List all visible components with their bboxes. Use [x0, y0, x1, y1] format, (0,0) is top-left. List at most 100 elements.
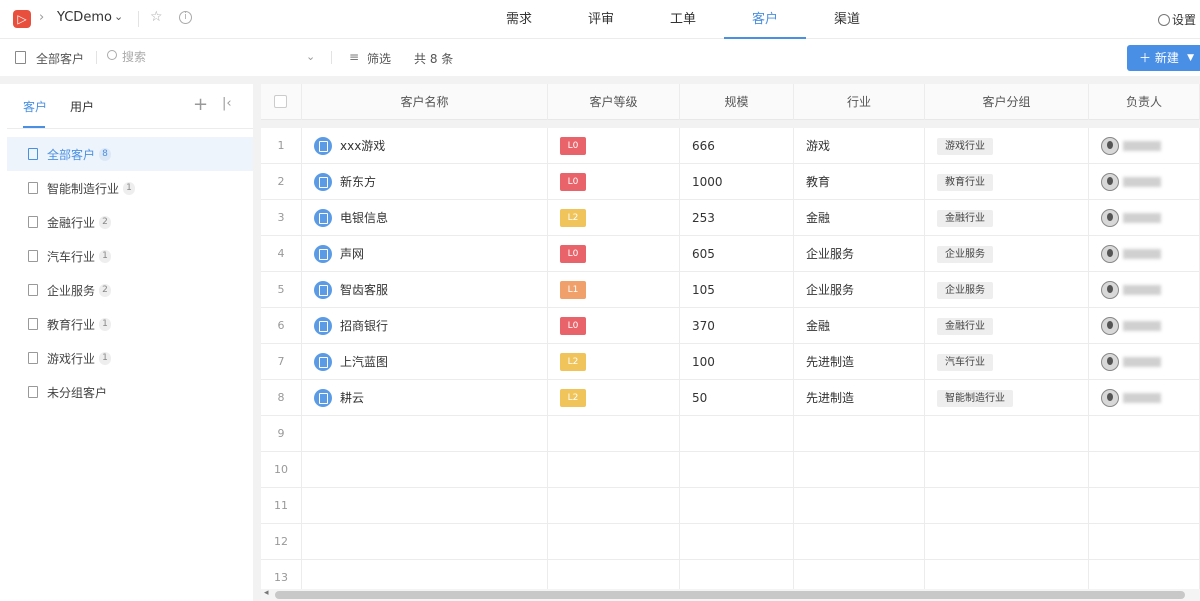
app-logo-icon[interactable]: ▷: [13, 10, 31, 28]
owner-cell[interactable]: [1089, 164, 1200, 200]
settings-button[interactable]: 设置: [1158, 11, 1196, 28]
table-row[interactable]: 4 声网 L0 605 企业服务 企业服务: [261, 236, 1200, 272]
empty-cell[interactable]: [1089, 452, 1200, 488]
tab-0[interactable]: 需求: [478, 0, 560, 39]
sidebar-item[interactable]: 金融行业 2: [7, 205, 253, 239]
group-cell[interactable]: 游戏行业: [925, 128, 1089, 164]
row-number[interactable]: 6: [261, 308, 302, 344]
row-number[interactable]: 8: [261, 380, 302, 416]
table-row[interactable]: 5 智齿客服 L1 105 企业服务 企业服务: [261, 272, 1200, 308]
empty-cell[interactable]: [302, 452, 548, 488]
customer-name[interactable]: 耕云: [340, 380, 364, 416]
customer-name[interactable]: 电银信息: [340, 200, 388, 236]
owner-cell[interactable]: [1089, 344, 1200, 380]
customer-name[interactable]: 声网: [340, 236, 364, 272]
scale-cell[interactable]: 1000: [680, 164, 794, 200]
empty-table-row[interactable]: 12: [261, 524, 1200, 560]
sidebar-item[interactable]: 汽车行业 1: [7, 239, 253, 273]
tab-3[interactable]: 客户: [724, 0, 806, 39]
collapse-sidebar-icon[interactable]: |‹: [222, 96, 232, 111]
industry-cell[interactable]: 先进制造: [794, 380, 925, 416]
table-row[interactable]: 7 上汽蓝图 L2 100 先进制造 汽车行业: [261, 344, 1200, 380]
table-row[interactable]: 6 招商银行 L0 370 金融 金融行业: [261, 308, 1200, 344]
scale-cell[interactable]: 253: [680, 200, 794, 236]
row-number[interactable]: 11: [261, 488, 302, 524]
select-all-checkbox[interactable]: [274, 95, 287, 108]
customer-name-cell[interactable]: 耕云: [302, 380, 548, 416]
industry-cell[interactable]: 游戏: [794, 128, 925, 164]
project-name[interactable]: YCDemo: [57, 10, 112, 25]
group-cell[interactable]: 智能制造行业: [925, 380, 1089, 416]
empty-cell[interactable]: [302, 416, 548, 452]
column-header[interactable]: 规模: [680, 84, 794, 120]
empty-cell[interactable]: [925, 416, 1089, 452]
empty-cell[interactable]: [1089, 488, 1200, 524]
chevron-down-icon[interactable]: ⌄: [306, 50, 315, 63]
empty-table-row[interactable]: 9: [261, 416, 1200, 452]
scale-cell[interactable]: 105: [680, 272, 794, 308]
sidebar-tab-users[interactable]: 用户: [70, 98, 94, 115]
empty-cell[interactable]: [794, 488, 925, 524]
empty-cell[interactable]: [794, 416, 925, 452]
empty-cell[interactable]: [1089, 416, 1200, 452]
group-cell[interactable]: 金融行业: [925, 308, 1089, 344]
horizontal-scrollbar[interactable]: ◂: [261, 588, 1200, 601]
row-number[interactable]: 9: [261, 416, 302, 452]
row-number[interactable]: 5: [261, 272, 302, 308]
scale-cell[interactable]: 50: [680, 380, 794, 416]
sidebar-item[interactable]: 游戏行业 1: [7, 341, 253, 375]
column-header[interactable]: 客户名称: [302, 84, 548, 120]
caret-down-icon[interactable]: ▼: [1187, 45, 1194, 71]
owner-cell[interactable]: [1089, 236, 1200, 272]
panel-divider[interactable]: [253, 84, 261, 601]
column-header[interactable]: 行业: [794, 84, 925, 120]
empty-cell[interactable]: [925, 488, 1089, 524]
filter-button[interactable]: 筛选: [367, 50, 391, 67]
empty-table-row[interactable]: 10: [261, 452, 1200, 488]
group-cell[interactable]: 教育行业: [925, 164, 1089, 200]
level-cell[interactable]: L1: [548, 272, 680, 308]
customer-name-cell[interactable]: 电银信息: [302, 200, 548, 236]
star-icon[interactable]: ☆: [150, 9, 163, 25]
level-cell[interactable]: L0: [548, 308, 680, 344]
level-cell[interactable]: L0: [548, 236, 680, 272]
sidebar-item[interactable]: 智能制造行业 1: [7, 171, 253, 205]
industry-cell[interactable]: 金融: [794, 200, 925, 236]
row-number[interactable]: 7: [261, 344, 302, 380]
empty-cell[interactable]: [302, 524, 548, 560]
industry-cell[interactable]: 先进制造: [794, 344, 925, 380]
search-input[interactable]: [122, 47, 302, 67]
empty-cell[interactable]: [1089, 524, 1200, 560]
row-number[interactable]: 10: [261, 452, 302, 488]
industry-cell[interactable]: 教育: [794, 164, 925, 200]
customer-name-cell[interactable]: 招商银行: [302, 308, 548, 344]
group-cell[interactable]: 汽车行业: [925, 344, 1089, 380]
sidebar-item[interactable]: 教育行业 1: [7, 307, 253, 341]
scale-cell[interactable]: 666: [680, 128, 794, 164]
customer-name-cell[interactable]: 新东方: [302, 164, 548, 200]
row-number[interactable]: 12: [261, 524, 302, 560]
group-cell[interactable]: 金融行业: [925, 200, 1089, 236]
level-cell[interactable]: L2: [548, 380, 680, 416]
sidebar-item[interactable]: 企业服务 2: [7, 273, 253, 307]
industry-cell[interactable]: 金融: [794, 308, 925, 344]
owner-cell[interactable]: [1089, 308, 1200, 344]
scroll-left-icon[interactable]: ◂: [264, 588, 269, 598]
empty-cell[interactable]: [548, 488, 680, 524]
customer-name-cell[interactable]: 智齿客服: [302, 272, 548, 308]
empty-cell[interactable]: [302, 488, 548, 524]
owner-cell[interactable]: [1089, 128, 1200, 164]
view-selector[interactable]: 全部客户: [36, 50, 84, 67]
empty-cell[interactable]: [680, 524, 794, 560]
customer-name-cell[interactable]: 上汽蓝图: [302, 344, 548, 380]
customer-name-cell[interactable]: xxx游戏: [302, 128, 548, 164]
empty-cell[interactable]: [794, 452, 925, 488]
new-button[interactable]: ＋ 新建 ▼: [1127, 45, 1200, 71]
tab-4[interactable]: 渠道: [806, 0, 888, 39]
level-cell[interactable]: L0: [548, 164, 680, 200]
row-number[interactable]: 2: [261, 164, 302, 200]
level-cell[interactable]: L2: [548, 344, 680, 380]
table-row[interactable]: 8 耕云 L2 50 先进制造 智能制造行业: [261, 380, 1200, 416]
level-cell[interactable]: L2: [548, 200, 680, 236]
column-header[interactable]: 负责人: [1089, 84, 1200, 120]
